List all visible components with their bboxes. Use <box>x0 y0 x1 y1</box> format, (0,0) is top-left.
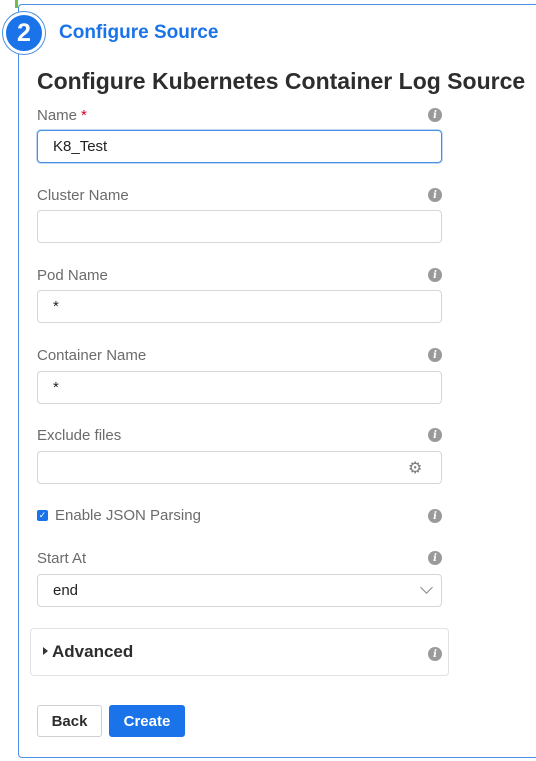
step-number-badge: 2 <box>3 12 45 54</box>
info-icon[interactable]: i <box>428 188 442 202</box>
start-at-value: end <box>53 582 79 599</box>
step-title: Configure Source <box>59 22 219 43</box>
container-name-input[interactable] <box>37 371 442 404</box>
name-label: Name * <box>37 107 87 124</box>
required-asterisk: * <box>81 107 87 124</box>
caret-right-icon <box>43 647 48 655</box>
enable-json-checkbox[interactable]: ✓ <box>37 510 48 521</box>
pod-name-label: Pod Name <box>37 267 108 284</box>
start-at-select[interactable]: end <box>37 574 442 607</box>
info-icon[interactable]: i <box>428 268 442 282</box>
chevron-down-icon <box>420 581 433 594</box>
info-icon[interactable]: i <box>428 509 442 523</box>
cluster-name-input[interactable] <box>37 210 442 243</box>
start-at-label: Start At <box>37 550 87 567</box>
info-icon[interactable]: i <box>428 108 442 122</box>
container-name-label: Container Name <box>37 347 147 364</box>
name-input[interactable] <box>37 130 442 163</box>
info-icon[interactable]: i <box>428 551 442 565</box>
advanced-section-toggle[interactable]: Advanced <box>30 628 449 676</box>
form-title: Configure Kubernetes Container Log Sourc… <box>37 68 526 94</box>
cluster-name-label: Cluster Name <box>37 187 129 204</box>
create-button[interactable]: Create <box>109 705 185 737</box>
exclude-files-label: Exclude files <box>37 427 122 444</box>
info-icon[interactable]: i <box>428 348 442 362</box>
back-button[interactable]: Back <box>37 705 102 737</box>
enable-json-label[interactable]: Enable JSON Parsing <box>55 507 201 524</box>
exclude-files-input[interactable] <box>37 451 442 484</box>
info-icon[interactable]: i <box>428 428 442 442</box>
info-icon[interactable]: i <box>428 647 442 661</box>
gear-icon[interactable]: ⚙ <box>408 458 422 478</box>
advanced-label: Advanced <box>52 642 134 661</box>
pod-name-input[interactable] <box>37 290 442 323</box>
check-icon: ✓ <box>38 510 47 520</box>
name-label-text: Name <box>37 107 78 124</box>
